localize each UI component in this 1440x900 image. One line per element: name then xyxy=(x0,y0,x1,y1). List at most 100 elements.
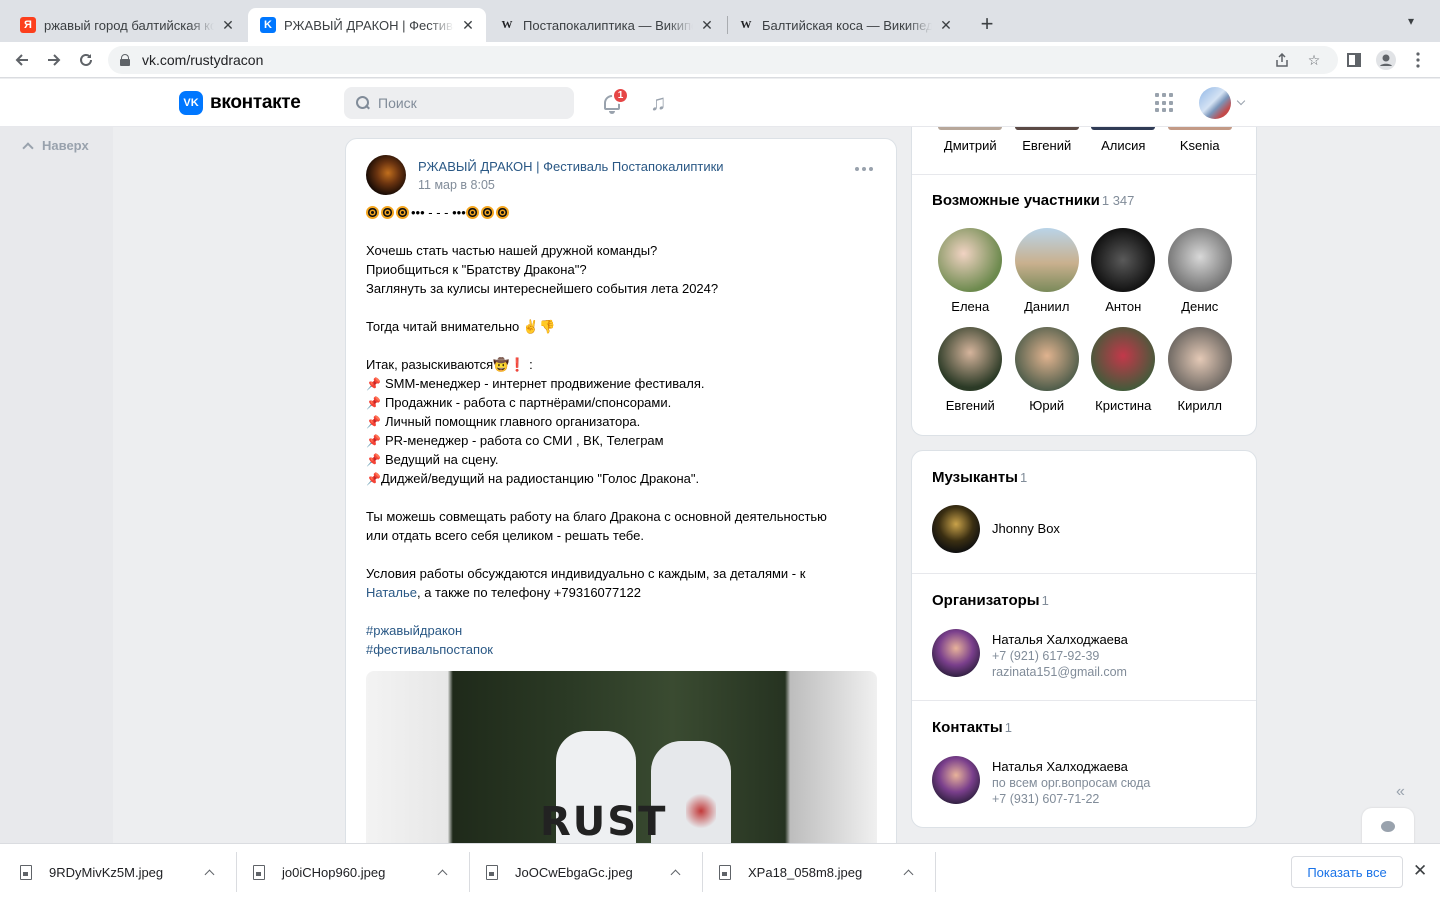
member-name[interactable]: Денис xyxy=(1162,299,1239,314)
forward-arrow-icon[interactable] xyxy=(42,48,66,72)
chevron-up-icon[interactable] xyxy=(204,869,215,880)
double-chevron-left-icon[interactable]: « xyxy=(1396,783,1405,801)
friend-item[interactable]: Алисия xyxy=(1085,127,1162,153)
avatar[interactable] xyxy=(1167,127,1232,130)
download-item[interactable]: jo0iCHop960.jpeg xyxy=(233,844,466,900)
possible-members-title[interactable]: Возможные участники 1 347 xyxy=(932,192,1134,209)
download-filename[interactable]: XPa18_058m8.jpeg xyxy=(748,865,905,880)
avatar[interactable] xyxy=(932,756,980,804)
friend-name[interactable]: Алисия xyxy=(1085,138,1162,153)
close-icon[interactable]: ✕ xyxy=(938,17,954,34)
member-item[interactable]: Кирилл xyxy=(1162,327,1239,413)
member-item[interactable]: Даниил xyxy=(1009,228,1086,314)
download-item[interactable]: JoOCwEbgaGc.jpeg xyxy=(466,844,699,900)
download-filename[interactable]: jo0iCHop960.jpeg xyxy=(282,865,439,880)
post-author-link[interactable]: РЖАВЫЙ ДРАКОН | Фестиваль Постапокалипти… xyxy=(418,159,724,174)
avatar[interactable] xyxy=(1167,228,1232,292)
member-name[interactable]: Евгений xyxy=(932,398,1009,413)
back-arrow-icon[interactable] xyxy=(10,48,34,72)
kebab-menu-icon[interactable] xyxy=(1406,48,1430,72)
member-name[interactable]: Антон xyxy=(1085,299,1162,314)
browser-tab-2[interactable]: K РЖАВЫЙ ДРАКОН | Фестиваль Постапокалип… xyxy=(248,8,486,42)
avatar[interactable] xyxy=(938,228,1003,292)
member-name[interactable]: Елена xyxy=(932,299,1009,314)
browser-tab-3[interactable]: W Постапокалиптика — Википедия ✕ xyxy=(487,8,725,42)
chevron-up-icon[interactable] xyxy=(437,869,448,880)
avatar[interactable] xyxy=(932,629,980,677)
hashtag-link[interactable]: #ржавыйдракон xyxy=(366,621,876,640)
avatar[interactable] xyxy=(1014,127,1079,130)
close-icon[interactable]: ✕ xyxy=(699,17,715,34)
address-bar[interactable]: vk.com/rustydracon ☆ xyxy=(108,46,1338,74)
avatar[interactable] xyxy=(938,127,1003,130)
apps-grid-icon[interactable] xyxy=(1155,93,1175,113)
organizers-title[interactable]: Организаторы 1 xyxy=(932,592,1049,609)
friend-name[interactable]: Ksenia xyxy=(1162,138,1239,153)
post-photo[interactable]: RUST xyxy=(366,671,877,859)
avatar[interactable] xyxy=(1091,327,1156,391)
browser-tab-4[interactable]: W Балтийская коса — Википедия ✕ xyxy=(726,8,964,42)
contacts-title[interactable]: Контакты 1 xyxy=(932,719,1012,736)
friend-name[interactable]: Дмитрий xyxy=(932,138,1009,153)
hashtag-link[interactable]: #фестивальпостапок xyxy=(366,640,876,659)
vk-search[interactable] xyxy=(344,87,574,119)
musician-name[interactable]: Jhonny Box xyxy=(992,505,1060,553)
organizer-name[interactable]: Наталья Халходжаева xyxy=(992,632,1128,648)
member-item[interactable]: Кристина xyxy=(1085,327,1162,413)
community-avatar[interactable] xyxy=(366,155,406,195)
friend-name[interactable]: Евгений xyxy=(1009,138,1086,153)
chevron-up-icon[interactable] xyxy=(903,869,914,880)
member-name[interactable]: Даниил xyxy=(1009,299,1086,314)
profile-icon[interactable] xyxy=(1374,48,1398,72)
download-filename[interactable]: 9RDyMivKz5M.jpeg xyxy=(49,865,206,880)
scroll-to-top-button[interactable]: Наверх xyxy=(22,138,89,154)
download-item[interactable]: 9RDyMivKz5M.jpeg xyxy=(0,844,233,900)
chat-button[interactable] xyxy=(1362,808,1414,844)
search-input[interactable] xyxy=(378,95,558,111)
member-name[interactable]: Юрий xyxy=(1009,398,1086,413)
download-filename[interactable]: JoOCwEbgaGc.jpeg xyxy=(515,865,672,880)
member-name[interactable]: Кристина xyxy=(1085,398,1162,413)
avatar[interactable] xyxy=(1091,228,1156,292)
avatar[interactable] xyxy=(1199,87,1231,119)
friend-item[interactable]: Ksenia xyxy=(1162,127,1239,153)
close-icon[interactable]: ✕ xyxy=(220,17,236,34)
share-icon[interactable] xyxy=(1272,50,1292,70)
organizer-item[interactable]: Наталья Халходжаева +7 (921) 617-92-39 r… xyxy=(932,629,1128,680)
member-item[interactable]: Елена xyxy=(932,228,1009,314)
music-note-icon[interactable]: ♫ xyxy=(650,92,667,114)
more-options-icon[interactable] xyxy=(855,167,873,171)
avatar[interactable] xyxy=(1014,327,1079,391)
member-item[interactable]: Юрий xyxy=(1009,327,1086,413)
avatar[interactable] xyxy=(932,505,980,553)
member-item[interactable]: Евгений xyxy=(932,327,1009,413)
close-icon[interactable]: ✕ xyxy=(1413,861,1427,881)
close-icon[interactable]: ✕ xyxy=(460,17,476,34)
lock-icon[interactable] xyxy=(120,54,130,66)
avatar[interactable] xyxy=(1014,228,1079,292)
contact-item[interactable]: Наталья Халходжаева по всем орг.вопросам… xyxy=(932,756,1150,807)
chevron-up-icon[interactable] xyxy=(670,869,681,880)
vk-logo[interactable]: VK вконтакте xyxy=(179,91,301,115)
tab-search-chevron-icon[interactable]: ▾ xyxy=(1408,14,1414,28)
avatar[interactable] xyxy=(1091,127,1156,130)
member-item[interactable]: Денис xyxy=(1162,228,1239,314)
bookmark-star-icon[interactable]: ☆ xyxy=(1304,50,1324,70)
browser-tab-1[interactable]: Я ржавый город балтийская коса ✕ xyxy=(8,8,246,42)
musician-item[interactable]: Jhonny Box xyxy=(932,505,1060,553)
avatar[interactable] xyxy=(1167,327,1232,391)
friend-item[interactable]: Евгений xyxy=(1009,127,1086,153)
new-tab-button[interactable]: + xyxy=(976,13,998,35)
post-date[interactable]: 11 мар в 8:05 xyxy=(418,178,495,192)
show-all-downloads-button[interactable]: Показать все xyxy=(1291,856,1403,888)
side-panel-icon[interactable] xyxy=(1342,48,1366,72)
member-item[interactable]: Антон xyxy=(1085,228,1162,314)
musicians-title[interactable]: Музыканты 1 xyxy=(932,469,1027,486)
avatar[interactable] xyxy=(938,327,1003,391)
url-text[interactable]: vk.com/rustydracon xyxy=(142,52,263,68)
mention-link[interactable]: Наталье xyxy=(366,585,417,600)
scroll-to-top-rail[interactable] xyxy=(0,127,113,843)
member-name[interactable]: Кирилл xyxy=(1162,398,1239,413)
reload-icon[interactable] xyxy=(74,48,98,72)
contact-name[interactable]: Наталья Халходжаева xyxy=(992,759,1150,775)
